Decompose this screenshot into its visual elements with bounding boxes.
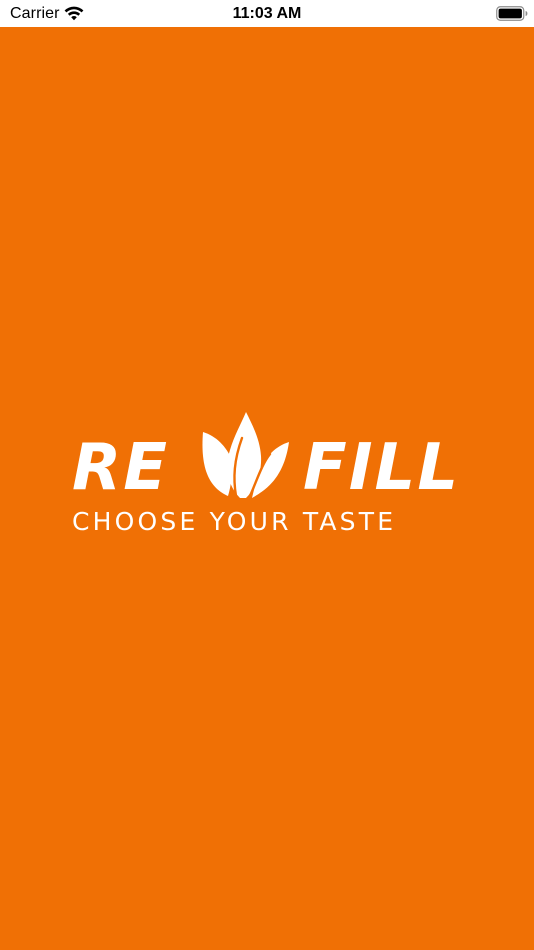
app-screen: Carrier 11:03 AM RE FILL CHOOSE YOUR TAS… bbox=[0, 0, 534, 950]
refill-logo: RE FILL CHOOSE YOUR TASTE bbox=[72, 412, 464, 537]
battery-full-icon bbox=[496, 6, 528, 21]
status-time: 11:03 AM bbox=[232, 5, 302, 22]
logo-word-fill: FILL bbox=[303, 431, 461, 505]
leaf-icon bbox=[202, 412, 289, 498]
logo-tagline: CHOOSE YOUR TASTE bbox=[72, 507, 397, 536]
logo-word-re: RE bbox=[72, 431, 169, 505]
status-bar: Carrier 11:03 AM bbox=[0, 0, 534, 27]
